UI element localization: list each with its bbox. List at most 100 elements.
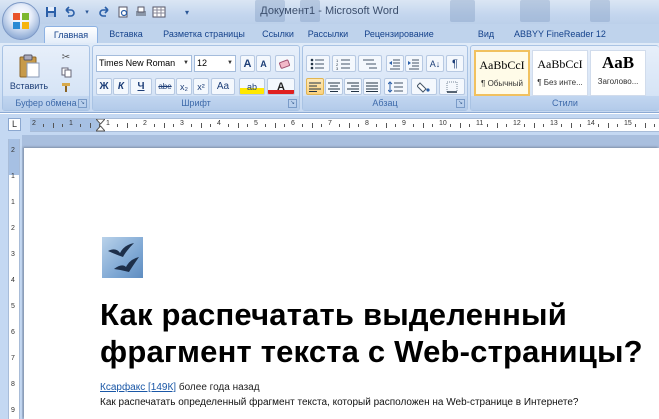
- bold-button[interactable]: Ж: [96, 78, 112, 95]
- save-icon[interactable]: [44, 5, 58, 19]
- align-left-button[interactable]: [306, 78, 324, 95]
- vertical-ruler[interactable]: 2 1 1 2 3 4 5 6 7 8 9: [8, 139, 20, 419]
- tab-selector[interactable]: L: [8, 118, 21, 131]
- tab-home[interactable]: Главная: [44, 26, 98, 43]
- borders-button[interactable]: [439, 78, 465, 95]
- justify-button[interactable]: [363, 78, 381, 95]
- ruler-number: 12: [513, 120, 521, 127]
- shading-button[interactable]: [411, 78, 437, 95]
- ruler-tick: [311, 123, 313, 128]
- vertical-ruler-bar: 2 1 1 2 3 4 5 6 7 8 9: [0, 135, 22, 419]
- show-marks-button[interactable]: ¶: [446, 55, 464, 72]
- article-headline: Как распечатать выделенный фрагмент текс…: [100, 297, 643, 369]
- pilcrow-icon: ¶: [452, 57, 458, 70]
- ruler-number: 2: [32, 120, 36, 127]
- document-page[interactable]: Как распечатать выделенный фрагмент текс…: [24, 148, 659, 419]
- clear-formatting-button[interactable]: [275, 55, 295, 72]
- undo-dropdown-icon[interactable]: ▾: [80, 5, 94, 19]
- copy-button[interactable]: [57, 65, 75, 79]
- undo-icon[interactable]: [62, 5, 76, 19]
- font-launcher-icon[interactable]: ↘: [288, 99, 297, 108]
- style-heading-1[interactable]: AaB Заголово...: [590, 50, 646, 96]
- ruler-number: 9: [402, 120, 406, 127]
- font-size-combo[interactable]: 12 ▼: [194, 55, 236, 72]
- increase-indent-icon: [408, 59, 419, 69]
- italic-button[interactable]: К: [113, 78, 129, 95]
- vertical-ruler-number: 1: [11, 199, 15, 206]
- style-normal[interactable]: AaBbCcI ¶ Обычный: [474, 50, 530, 96]
- ruler-tick: [598, 124, 600, 127]
- line-spacing-button[interactable]: [384, 78, 408, 95]
- author-link[interactable]: Ксарфакс [149К]: [100, 382, 176, 393]
- vertical-ruler-number: 4: [11, 277, 15, 284]
- ruler-tick: [505, 124, 507, 127]
- decrease-indent-button[interactable]: [386, 55, 404, 72]
- ruler-tick: [616, 124, 618, 127]
- ruler-tick: [635, 124, 637, 127]
- vertical-ruler-number: 6: [11, 329, 15, 336]
- ruler-tick: [644, 123, 646, 128]
- quick-print-icon[interactable]: [134, 5, 148, 19]
- bullets-button[interactable]: [306, 55, 330, 72]
- redo-icon[interactable]: [98, 5, 112, 19]
- vertical-ruler-margin: [9, 139, 19, 175]
- shrink-font-button[interactable]: A: [256, 55, 271, 72]
- paragraph-launcher-icon[interactable]: ↘: [456, 99, 465, 108]
- ruler-tick: [126, 123, 128, 128]
- vertical-ruler-number: 2: [11, 147, 15, 154]
- style-no-spacing[interactable]: AaBbCcI ¶ Без инте...: [532, 50, 588, 96]
- customize-icon[interactable]: ▾: [180, 5, 194, 19]
- increase-indent-button[interactable]: [405, 55, 423, 72]
- align-right-button[interactable]: [344, 78, 362, 95]
- paste-button[interactable]: Вставить: [9, 48, 49, 96]
- ruler-tick: [163, 123, 165, 128]
- tab-mailings[interactable]: Рассылки: [304, 26, 352, 43]
- tab-references[interactable]: Ссылки: [258, 26, 298, 43]
- ruler-tick: [431, 124, 433, 127]
- quick-access-toolbar: ▾ ▾: [44, 4, 194, 20]
- cut-button[interactable]: ✂: [57, 50, 75, 64]
- subscript-button[interactable]: x₂: [176, 78, 192, 95]
- ruler-tick: [533, 123, 535, 128]
- tab-abbyy[interactable]: ABBYY FineReader 12: [510, 26, 610, 43]
- table-icon[interactable]: [152, 5, 166, 19]
- tab-review[interactable]: Рецензирование: [358, 26, 440, 43]
- horizontal-ruler[interactable]: 2 1 1 2 3 4 5 6 7 8 9 10 11 12 13 14 15: [30, 118, 659, 132]
- highlight-button[interactable]: ab: [239, 78, 265, 95]
- ruler-tick: [607, 123, 609, 128]
- ruler-tick: [385, 123, 387, 128]
- align-center-button[interactable]: [325, 78, 343, 95]
- font-group: Times New Roman ▼ 12 ▼ A A Ж К Ч abe x₂ …: [92, 45, 300, 111]
- superscript-button[interactable]: x²: [193, 78, 209, 95]
- ruler-number: 7: [328, 120, 332, 127]
- format-painter-button[interactable]: [57, 80, 75, 94]
- font-color-button[interactable]: A: [267, 78, 295, 95]
- ruler-tick: [496, 123, 498, 128]
- print-preview-icon[interactable]: [116, 5, 130, 19]
- sort-button[interactable]: A↓: [426, 55, 444, 72]
- clipboard-launcher-icon[interactable]: ↘: [78, 99, 87, 108]
- indent-marker-icon[interactable]: [96, 119, 105, 133]
- time-ago: более года назад: [178, 382, 260, 393]
- paragraph-group: 123 A↓ ¶ Абзац ↘: [302, 45, 468, 111]
- bullets-icon: [310, 58, 324, 69]
- font-name-combo[interactable]: Times New Roman ▼: [96, 55, 192, 72]
- tab-page-layout[interactable]: Разметка страницы: [158, 26, 250, 43]
- tab-insert[interactable]: Вставка: [104, 26, 148, 43]
- sort-icon: A↓: [429, 58, 441, 69]
- office-button[interactable]: [2, 2, 40, 40]
- change-case-button[interactable]: Aa: [211, 78, 235, 95]
- ruler-number: 3: [180, 120, 184, 127]
- svg-text:3: 3: [336, 66, 339, 70]
- underline-button[interactable]: Ч: [130, 78, 152, 95]
- numbering-button[interactable]: 123: [332, 55, 356, 72]
- grow-font-button[interactable]: A: [240, 55, 255, 72]
- ruler-tick: [357, 124, 359, 127]
- strikethrough-button[interactable]: abe: [155, 78, 175, 95]
- title-bar: Документ1 - Microsoft Word ▾ ▾: [0, 0, 659, 24]
- tab-view[interactable]: Вид: [472, 26, 500, 43]
- vertical-ruler-number: 8: [11, 381, 15, 388]
- article-thumbnail: [102, 237, 143, 278]
- ruler-tick: [413, 124, 415, 127]
- multilevel-list-button[interactable]: [358, 55, 382, 72]
